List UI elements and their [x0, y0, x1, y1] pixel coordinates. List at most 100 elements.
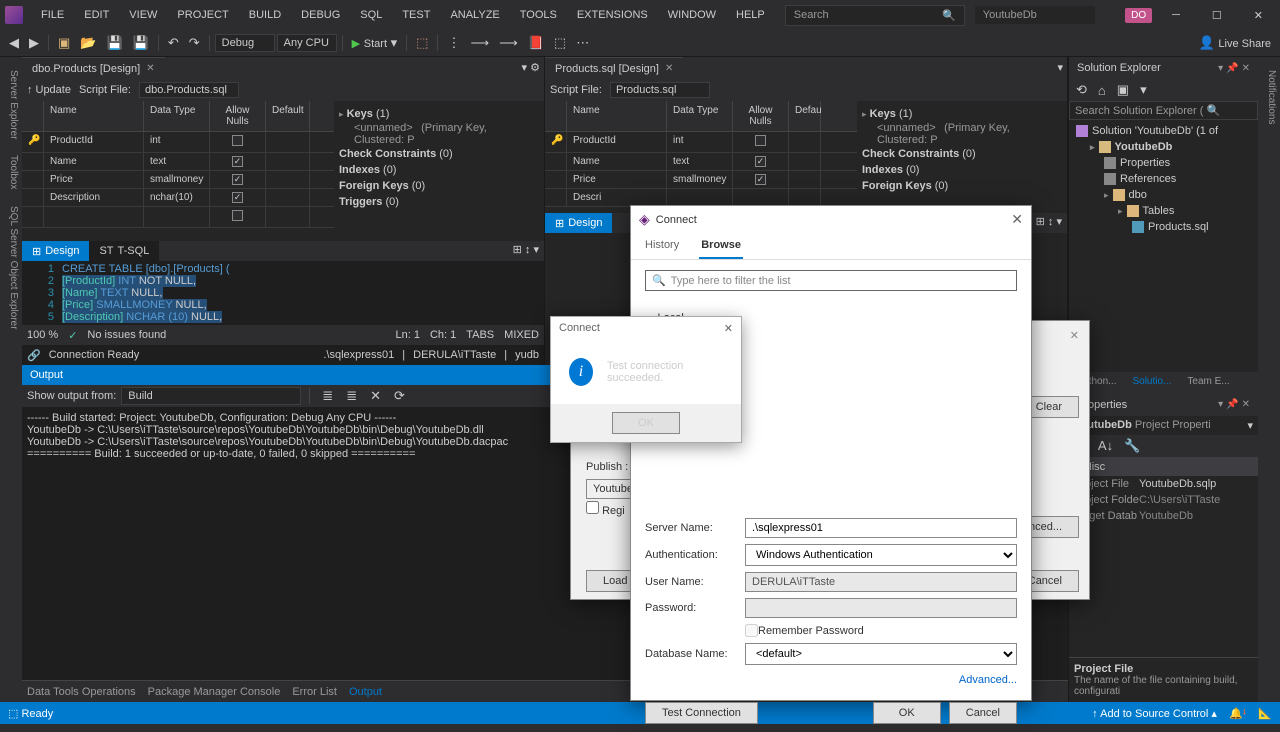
tb-icon[interactable]: 📕 — [524, 32, 548, 54]
check-constraints-header[interactable]: Check Constraints (0) — [339, 146, 539, 162]
indexes-header[interactable]: Indexes (0) — [339, 162, 539, 178]
menu-file[interactable]: FILE — [31, 4, 74, 26]
document-tab-right[interactable]: Products.sql [Design]✕ — [545, 57, 683, 79]
new-project-icon[interactable]: ▣ — [54, 32, 74, 54]
advanced-link[interactable]: Advanced... — [959, 674, 1017, 686]
menu-view[interactable]: VIEW — [119, 4, 167, 26]
properties-node[interactable]: Properties — [1072, 155, 1255, 171]
undo-icon[interactable]: ↶ — [164, 32, 183, 54]
status-icon[interactable]: 📐 — [1258, 707, 1272, 720]
server-name-input[interactable] — [745, 518, 1017, 538]
script-file-dropdown[interactable]: dbo.Products.sql — [139, 82, 239, 98]
search-input[interactable]: Search🔍 — [785, 5, 965, 26]
toolbox-tab[interactable]: Toolbox — [0, 147, 22, 197]
close-icon[interactable]: ✕ — [724, 322, 733, 335]
authentication-dropdown[interactable]: Windows Authentication — [745, 544, 1017, 566]
browse-tab[interactable]: Browse — [699, 233, 743, 259]
platform-dropdown[interactable]: Any CPU — [277, 34, 337, 52]
menu-extensions[interactable]: EXTENSIONS — [567, 4, 658, 26]
pane-icons[interactable]: ⊞ ↕ ▾ — [508, 241, 544, 261]
menu-sql[interactable]: SQL — [350, 4, 392, 26]
alpha-icon[interactable]: A↓ — [1094, 435, 1117, 456]
prop-icon[interactable]: 🔧 — [1120, 435, 1144, 457]
keys-header[interactable]: ▸ Keys (1) — [339, 106, 539, 122]
nav-back-icon[interactable]: ◀ — [5, 32, 23, 54]
close-icon[interactable]: ✕ — [1242, 63, 1250, 74]
references-node[interactable]: References — [1072, 171, 1255, 187]
pane-icons[interactable]: ⊞ ↕ ▾ — [1031, 213, 1067, 233]
tab-overflow-icon[interactable]: ▾ ⚙ — [518, 57, 544, 79]
triggers-header[interactable]: Triggers (0) — [339, 194, 539, 210]
dropdown-icon[interactable]: ▾ — [1218, 63, 1223, 74]
pin-icon[interactable]: 📌 — [1226, 399, 1238, 410]
ok-button[interactable]: OK — [873, 702, 941, 724]
update-button[interactable]: ↑ Update — [27, 84, 71, 96]
dropdown-icon[interactable]: ▾ — [1218, 399, 1223, 410]
register-checkbox[interactable] — [586, 501, 599, 514]
output-icon[interactable]: ≣ — [342, 385, 361, 407]
sql-editor[interactable]: 12345 CREATE TABLE [dbo].[Products] ( [P… — [22, 261, 544, 325]
tsql-tab[interactable]: ST T-SQL — [89, 241, 159, 261]
menu-analyze[interactable]: ANALYZE — [440, 4, 509, 26]
table-designer-grid-right[interactable]: Name Data Type Allow Nulls Defau 🔑Produc… — [545, 101, 857, 213]
menu-test[interactable]: TEST — [392, 4, 440, 26]
prop-row[interactable]: Target DatabYoutubeDb — [1069, 508, 1258, 524]
se-home-icon[interactable]: ⌂ — [1094, 80, 1110, 101]
ok-button[interactable]: OK — [612, 412, 680, 434]
project-node[interactable]: ▸YoutubeDb — [1072, 139, 1255, 155]
btab-output[interactable]: Output — [349, 686, 382, 698]
design-tab[interactable]: ⊞ Design — [22, 241, 89, 261]
history-tab[interactable]: History — [643, 233, 681, 259]
save-all-icon[interactable]: 💾 — [129, 32, 153, 54]
config-dropdown[interactable]: Debug — [215, 34, 275, 52]
output-icon[interactable]: ⟳ — [390, 385, 409, 407]
tb-icon[interactable]: ⋮ — [443, 32, 464, 54]
filter-input[interactable]: 🔍Type here to filter the list — [645, 270, 1017, 291]
close-icon[interactable]: ✕ — [1011, 211, 1023, 228]
script-file-dropdown[interactable]: Products.sql — [610, 82, 710, 98]
key-item[interactable]: <unnamed> (Primary Key, Clustered: P — [339, 122, 539, 146]
prop-section-misc[interactable]: ▸ Misc — [1069, 457, 1258, 476]
prop-row[interactable]: Project FileYoutubeDb.sqlp — [1069, 476, 1258, 492]
menu-debug[interactable]: DEBUG — [291, 4, 350, 26]
pin-icon[interactable]: 📌 — [1226, 63, 1238, 74]
solution-node[interactable]: Solution 'YoutubeDb' (1 of — [1072, 123, 1255, 139]
save-icon[interactable]: 💾 — [102, 32, 126, 54]
se-icon[interactable]: ▾ — [1136, 79, 1151, 101]
menu-tools[interactable]: TOOLS — [510, 4, 567, 26]
test-connection-button[interactable]: Test Connection — [645, 702, 758, 724]
close-button[interactable]: ✕ — [1242, 4, 1275, 27]
se-icon[interactable]: ▣ — [1113, 79, 1133, 101]
output-icon[interactable]: ≣ — [318, 385, 337, 407]
start-button[interactable]: ▶ Start ▾ — [348, 32, 401, 54]
menu-help[interactable]: HELP — [726, 4, 775, 26]
menu-window[interactable]: WINDOW — [658, 4, 726, 26]
menu-build[interactable]: BUILD — [239, 4, 291, 26]
startup-project-dropdown[interactable]: YoutubeDb — [975, 6, 1095, 24]
sql-object-explorer-tab[interactable]: SQL Server Object Explorer — [0, 198, 22, 338]
live-share-button[interactable]: 👤 Live Share — [1195, 32, 1275, 54]
solution-search-input[interactable]: Search Solution Explorer ( 🔍 — [1069, 101, 1258, 120]
close-icon[interactable]: ✕ — [1242, 399, 1250, 410]
notification-icon[interactable]: 🔔¹ — [1229, 707, 1246, 720]
output-icon[interactable]: ✕ — [366, 385, 385, 407]
maximize-button[interactable]: ☐ — [1200, 4, 1234, 27]
se-icon[interactable]: ⟲ — [1072, 79, 1091, 101]
btab-data-tools[interactable]: Data Tools Operations — [27, 686, 136, 698]
foreign-keys-header[interactable]: Foreign Keys (0) — [339, 178, 539, 194]
open-icon[interactable]: 📂 — [76, 32, 100, 54]
close-icon[interactable]: ✕ — [1070, 330, 1079, 342]
btab-error-list[interactable]: Error List — [292, 686, 337, 698]
tb-icon[interactable]: ⬚ — [412, 32, 432, 54]
redo-icon[interactable]: ↷ — [185, 32, 204, 54]
user-badge[interactable]: DO — [1125, 8, 1152, 23]
btab-pmc[interactable]: Package Manager Console — [148, 686, 281, 698]
document-tab-left[interactable]: dbo.Products [Design]✕ — [22, 57, 165, 79]
notifications-tab[interactable]: Notifications — [1258, 62, 1280, 132]
minimize-button[interactable]: ─ — [1160, 4, 1192, 26]
se-tab-team[interactable]: Team E... — [1179, 372, 1237, 394]
tb-icon[interactable]: ⟶ — [495, 32, 522, 54]
solution-tree[interactable]: Solution 'YoutubeDb' (1 of ▸YoutubeDb Pr… — [1069, 120, 1258, 372]
dbo-folder-node[interactable]: ▸dbo — [1072, 187, 1255, 203]
tb-icon[interactable]: ⋯ — [572, 32, 593, 54]
